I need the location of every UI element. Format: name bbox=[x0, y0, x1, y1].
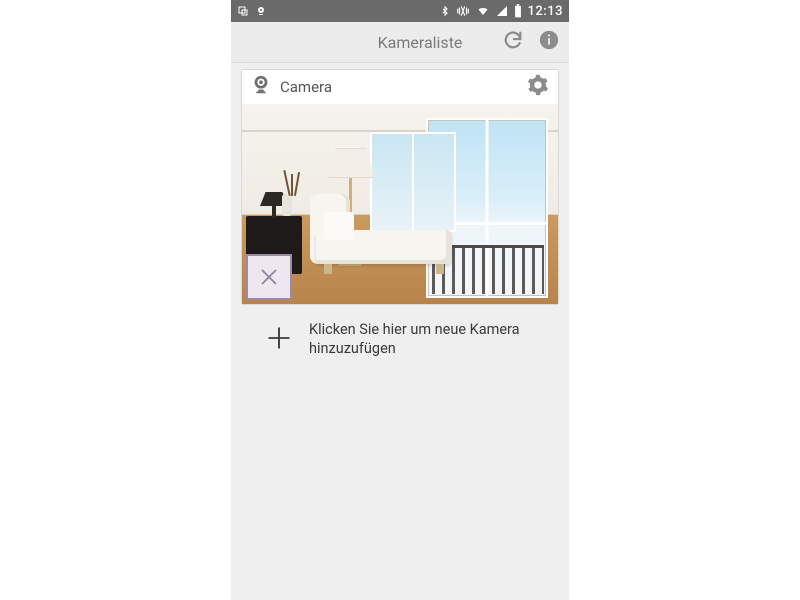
twigs bbox=[282, 168, 302, 196]
app-notif-icon bbox=[237, 5, 249, 17]
room-scene bbox=[242, 104, 558, 304]
vibrate-icon bbox=[456, 4, 470, 18]
chaise-lounge bbox=[316, 202, 452, 274]
phone-frame: 12:13 Kameraliste bbox=[231, 0, 569, 600]
add-camera-row[interactable]: Klicken Sie hier um neue Kamera hinzuzuf… bbox=[241, 315, 559, 359]
camera-card[interactable]: Camera bbox=[241, 69, 559, 305]
app-header: Kameraliste bbox=[231, 22, 569, 63]
camera-settings-button[interactable] bbox=[526, 75, 550, 99]
status-right-icons: 12:13 bbox=[440, 4, 563, 19]
content-area: Camera bbox=[231, 63, 569, 600]
status-left-icons bbox=[237, 5, 267, 17]
bluetooth-icon bbox=[440, 4, 450, 18]
page-title: Kameraliste bbox=[378, 33, 463, 52]
signal-icon bbox=[496, 5, 508, 17]
camera-notif-icon bbox=[255, 5, 267, 17]
preview-overlay-thumbnail bbox=[246, 254, 292, 300]
camera-icon bbox=[250, 74, 272, 100]
battery-icon bbox=[514, 4, 522, 18]
camera-preview[interactable] bbox=[242, 104, 558, 304]
status-time: 12:13 bbox=[528, 4, 563, 19]
wifi-icon bbox=[476, 5, 490, 17]
refresh-button[interactable] bbox=[501, 30, 525, 54]
add-camera-label: Klicken Sie hier um neue Kamera hinzuzuf… bbox=[309, 321, 551, 359]
info-button[interactable] bbox=[537, 30, 561, 54]
stage: 12:13 Kameraliste bbox=[0, 0, 800, 600]
vase bbox=[282, 194, 292, 216]
add-camera-button[interactable] bbox=[265, 323, 293, 357]
camera-name: Camera bbox=[280, 78, 518, 96]
refresh-icon bbox=[502, 29, 524, 55]
info-icon bbox=[538, 29, 560, 55]
android-status-bar: 12:13 bbox=[231, 0, 569, 22]
plus-icon bbox=[265, 324, 293, 356]
header-actions bbox=[501, 22, 561, 62]
gear-icon bbox=[527, 74, 549, 100]
camera-card-header: Camera bbox=[242, 70, 558, 104]
